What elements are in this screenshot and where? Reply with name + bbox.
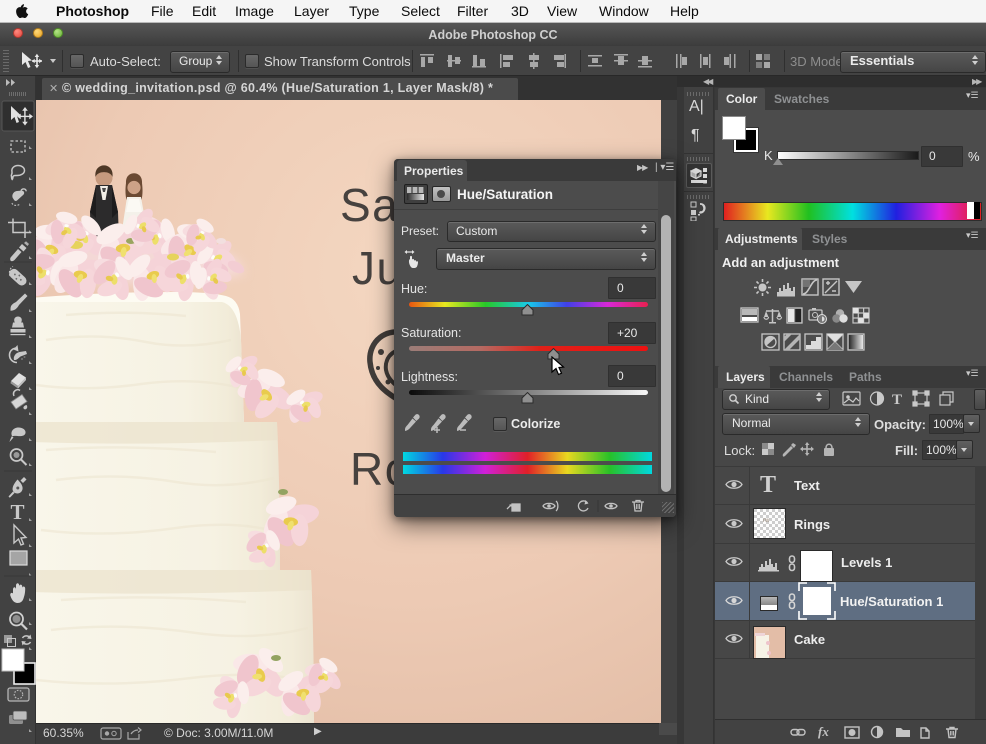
svg-text:T: T: [11, 500, 25, 524]
svg-text:T: T: [892, 392, 902, 407]
svg-text:fx: fx: [818, 724, 829, 739]
